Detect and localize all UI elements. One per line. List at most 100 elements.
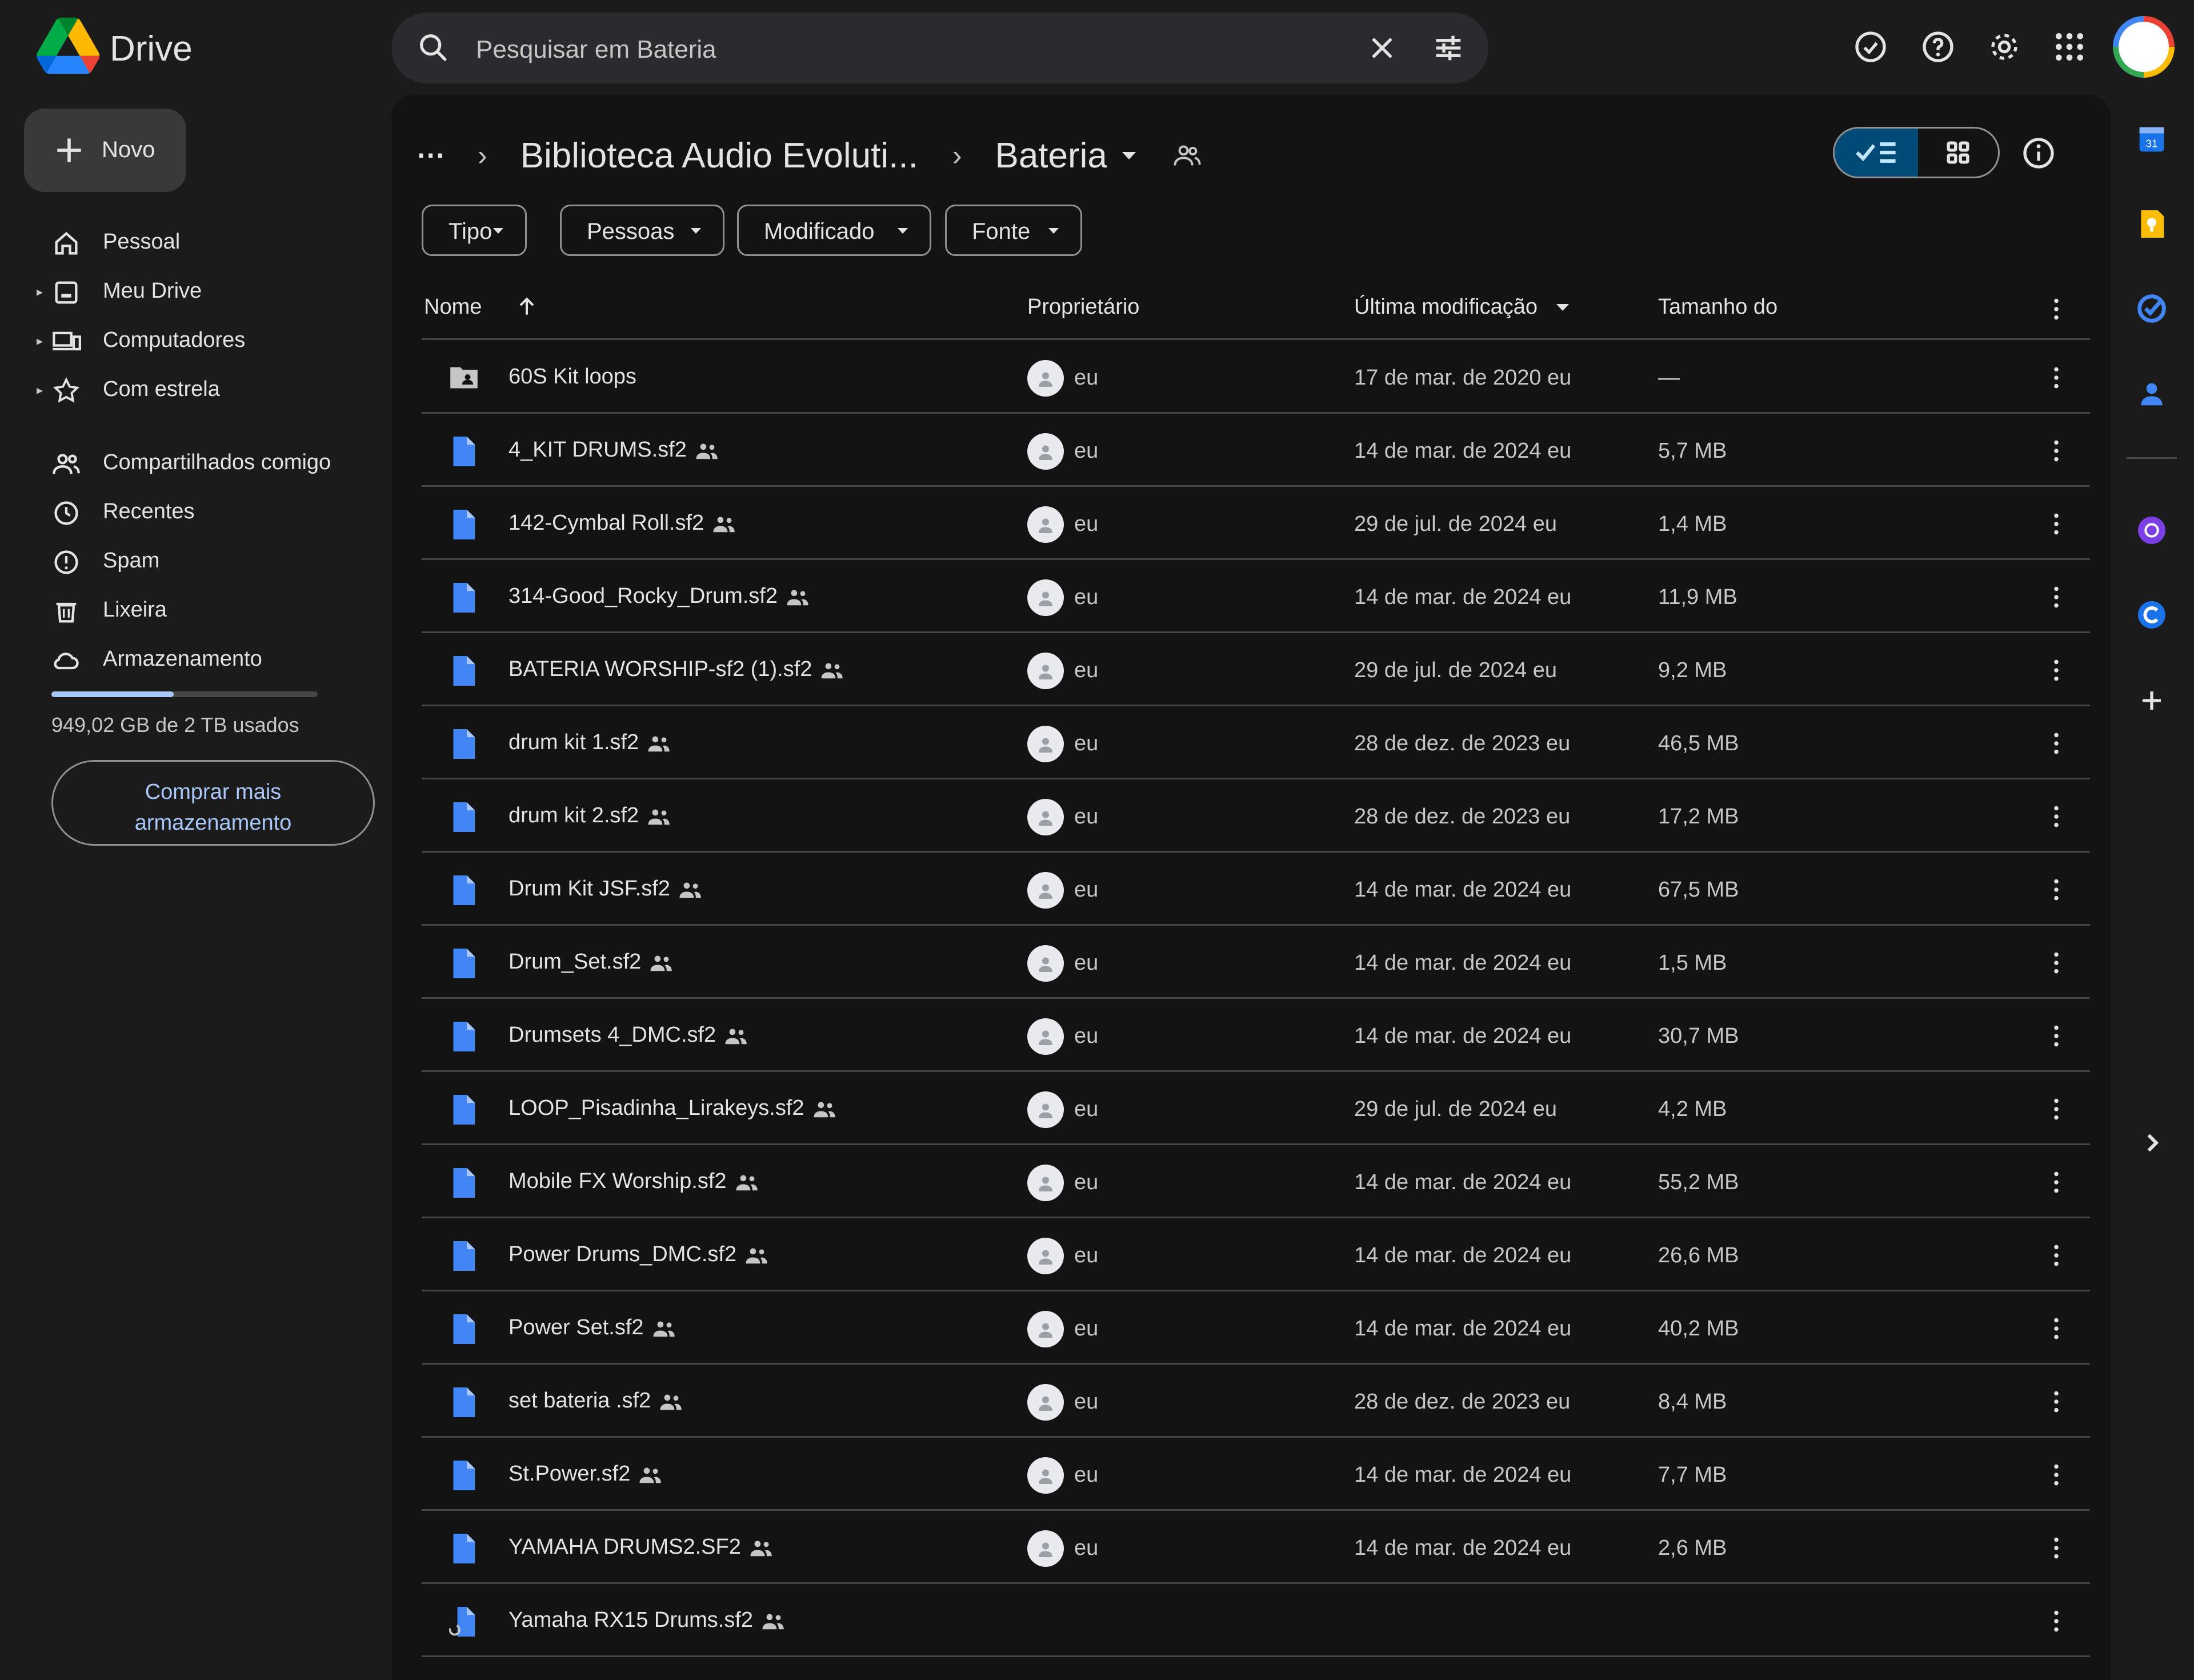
search-input[interactable]: Pesquisar em Bateria (476, 35, 716, 64)
expand-panel-chevron-icon[interactable] (2133, 1125, 2170, 1161)
file-row[interactable]: Drum_Set.sf2 eu 14 de mar. de 2024 eu 1,5 M… (422, 926, 2090, 999)
more-actions-icon[interactable] (2042, 437, 2071, 465)
more-actions-icon[interactable] (2042, 656, 2071, 685)
column-header-modified[interactable]: Última modificação (1354, 295, 1538, 319)
more-actions-icon[interactable] (2042, 875, 2071, 904)
offline-ready-icon[interactable] (1852, 29, 1889, 65)
file-row[interactable]: 314-Good_Rocky_Drum.sf2 eu 14 de mar. de 2… (422, 560, 2090, 633)
search-bar[interactable]: Pesquisar em Bateria (391, 13, 1488, 83)
apps-grid-icon[interactable] (2051, 29, 2088, 65)
help-icon[interactable] (1920, 29, 1956, 65)
column-header-name[interactable]: Nome (424, 295, 482, 319)
more-actions-icon[interactable] (2042, 949, 2071, 977)
grid-view-button[interactable] (1918, 129, 1998, 177)
sidebar-item-pessoal[interactable]: Pessoal (34, 217, 377, 265)
file-name-text: 4_KIT DRUMS.sf2 (509, 438, 687, 462)
expand-arrow-icon[interactable]: ▸ (37, 334, 43, 349)
search-options-icon[interactable] (1430, 30, 1467, 66)
sort-arrow-up-icon[interactable] (514, 294, 539, 319)
caret-down-icon[interactable] (1122, 151, 1136, 159)
folder-row[interactable]: 60S Kit loops eu 17 de mar. de 2020 eu — (422, 341, 2090, 414)
file-name: 314-Good_Rocky_Drum.sf2 (509, 584, 811, 609)
more-actions-icon[interactable] (2042, 1607, 2071, 1635)
caret-down-icon[interactable] (1556, 304, 1569, 311)
more-actions-icon[interactable] (2042, 1022, 2071, 1050)
owner-name: eu (1074, 1536, 1099, 1560)
file-name-text: Drum_Set.sf2 (509, 950, 642, 974)
file-row[interactable]: Mobile FX Worship.sf2 eu 14 de mar. de 202… (422, 1145, 2090, 1218)
breadcrumb-parent[interactable]: Biblioteca Audio Evoluti... (521, 135, 918, 176)
shared-icon (678, 881, 703, 899)
file-row[interactable]: set bateria .sf2 eu 28 de dez. de 2023 eu 8… (422, 1365, 2090, 1438)
more-actions-icon[interactable] (2042, 363, 2071, 392)
more-actions-icon[interactable] (2042, 1461, 2071, 1489)
file-row[interactable]: Drum Kit JSF.sf2 eu 14 de mar. de 2024 eu 6… (422, 853, 2090, 926)
breadcrumb-ellipsis[interactable]: ··· (417, 139, 446, 172)
sidebar-item-compartilhados-comigo[interactable]: Compartilhados comigo (34, 438, 377, 486)
file-row[interactable]: 142-Cymbal Roll.sf2 eu 29 de jul. de 2024 … (422, 487, 2090, 560)
sidebar-item-armazenamento[interactable]: Armazenamento (34, 634, 377, 682)
info-icon[interactable] (2020, 135, 2057, 171)
filter-chip-fonte[interactable]: Fonte (945, 205, 1082, 256)
account-avatar[interactable] (2113, 16, 2175, 78)
more-actions-icon[interactable] (2042, 583, 2071, 611)
sidebar-item-recentes[interactable]: Recentes (34, 487, 377, 535)
column-header-size[interactable]: Tamanho do (1658, 295, 1777, 319)
search-icon[interactable] (415, 30, 452, 66)
clear-search-icon[interactable] (1364, 30, 1400, 66)
buy-storage-label: Comprar mais armazenamento (134, 780, 292, 835)
expand-arrow-icon[interactable]: ▸ (37, 383, 43, 398)
sidebar-item-com-estrela[interactable]: ▸ Com estrela (34, 365, 377, 413)
file-row[interactable]: Yamaha RX15 Drums.sf2 (422, 1584, 2090, 1657)
calendar-icon[interactable]: 31 (2133, 121, 2170, 158)
more-actions-icon[interactable] (2042, 1168, 2071, 1197)
file-row[interactable]: Power Drums_DMC.sf2 eu 14 de mar. de 2024 … (422, 1218, 2090, 1291)
file-row[interactable]: Drumsets 4_DMC.sf2 eu 14 de mar. de 2024 e… (422, 999, 2090, 1072)
more-actions-icon[interactable] (2042, 510, 2071, 538)
file-icon (449, 1022, 477, 1051)
sidebar-item-lixeira[interactable]: Lixeira (34, 585, 377, 633)
add-addon-plus-icon[interactable] (2133, 682, 2170, 719)
list-view-button[interactable] (1835, 129, 1918, 177)
filter-chip-tipo[interactable]: Tipo (422, 205, 527, 256)
file-row[interactable]: drum kit 1.sf2 eu 28 de dez. de 2023 eu 46,… (422, 706, 2090, 779)
shared-icon (647, 807, 672, 826)
more-actions-icon[interactable] (2042, 1534, 2071, 1562)
settings-gear-icon[interactable] (1986, 29, 2023, 65)
filter-chip-pessoas[interactable]: Pessoas (560, 205, 724, 256)
buy-storage-button[interactable]: Comprar mais armazenamento (51, 760, 375, 846)
column-options-icon[interactable] (2042, 295, 2071, 323)
owner-name: eu (1074, 658, 1099, 682)
file-row[interactable]: 4_KIT DRUMS.sf2 eu 14 de mar. de 2024 eu 5,… (422, 414, 2090, 487)
more-actions-icon[interactable] (2042, 1241, 2071, 1270)
tasks-icon[interactable] (2133, 290, 2170, 327)
more-actions-icon[interactable] (2042, 729, 2071, 758)
drive-logo[interactable] (37, 17, 99, 80)
file-row[interactable]: St.Power.sf2 eu 14 de mar. de 2024 eu 7,7 M… (422, 1438, 2090, 1511)
file-row[interactable]: YAMAHA DRUMS2.SF2 eu 14 de mar. de 2024 eu… (422, 1511, 2090, 1584)
owner-avatar (1027, 506, 1064, 543)
more-actions-icon[interactable] (2042, 1387, 2071, 1416)
more-actions-icon[interactable] (2042, 1314, 2071, 1343)
file-name: Drum Kit JSF.sf2 (509, 877, 703, 901)
more-actions-icon[interactable] (2042, 802, 2071, 831)
sidebar-item-spam[interactable]: Spam (34, 536, 377, 584)
addon-c-icon[interactable] (2133, 597, 2170, 633)
filter-chip-modificado[interactable]: Modificado (737, 205, 931, 256)
addon-gem-icon[interactable] (2133, 512, 2170, 549)
contacts-icon[interactable] (2133, 375, 2170, 411)
file-syncing-icon (449, 1607, 477, 1637)
keep-icon[interactable] (2133, 206, 2170, 242)
file-row[interactable]: LOOP_Pisadinha_Lirakeys.sf2 eu 29 de jul. … (422, 1072, 2090, 1145)
breadcrumb-current[interactable]: Bateria (995, 135, 1107, 176)
expand-arrow-icon[interactable]: ▸ (37, 285, 43, 299)
file-row[interactable]: drum kit 2.sf2 eu 28 de dez. de 2023 eu 17,… (422, 779, 2090, 853)
new-button[interactable]: Novo (24, 109, 186, 192)
owner-avatar (1027, 1018, 1064, 1055)
file-row[interactable]: Power Set.sf2 eu 14 de mar. de 2024 eu 40,2… (422, 1291, 2090, 1365)
column-header-owner[interactable]: Proprietário (1027, 295, 1139, 319)
file-row[interactable]: BATERIA WORSHIP-sf2 (1).sf2 eu 29 de jul. … (422, 633, 2090, 706)
sidebar-item-computadores[interactable]: ▸ Computadores (34, 315, 377, 363)
sidebar-item-meu-drive[interactable]: ▸ Meu Drive (34, 266, 377, 314)
more-actions-icon[interactable] (2042, 1095, 2071, 1123)
